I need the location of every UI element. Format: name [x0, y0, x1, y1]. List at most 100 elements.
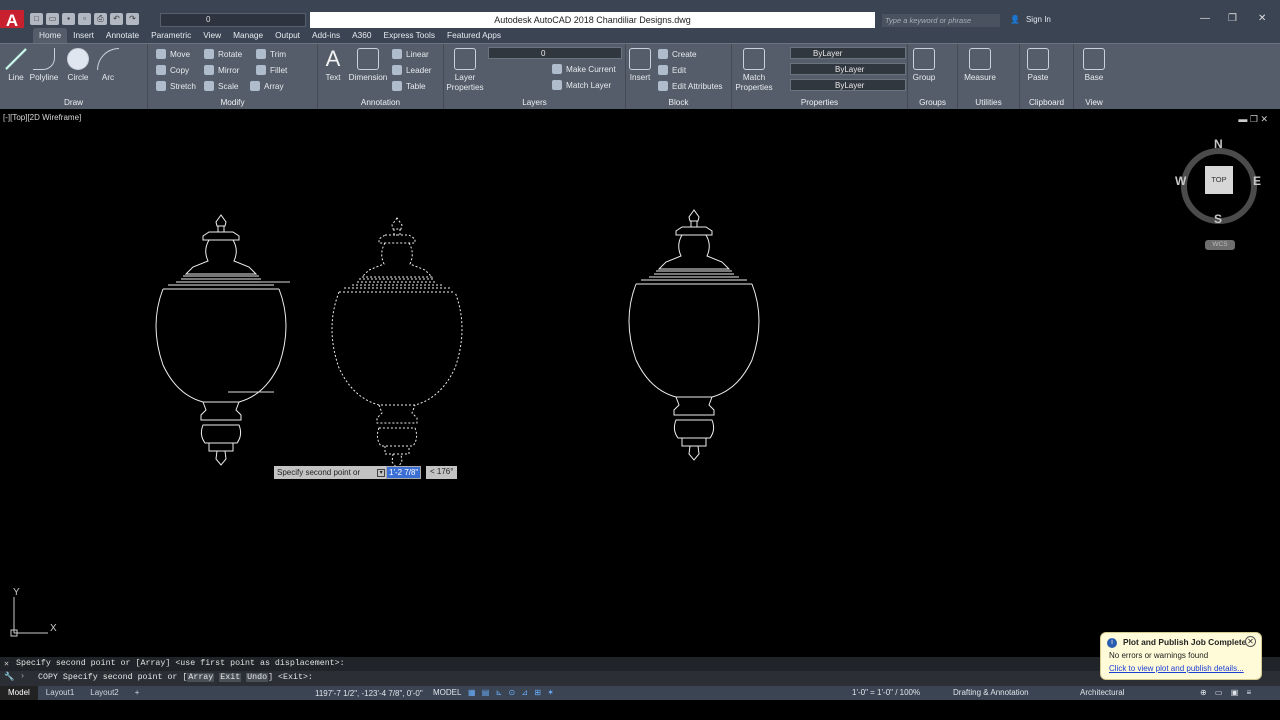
- annotation-scale[interactable]: 1'-0" = 1'-0" / 100%: [852, 688, 920, 697]
- line-button[interactable]: Line: [4, 48, 28, 83]
- tab-home[interactable]: Home: [33, 28, 68, 43]
- copy-button[interactable]: Copy: [156, 65, 189, 75]
- notification-details-link[interactable]: Click to view plot and publish details..…: [1109, 664, 1253, 673]
- drawing-viewport[interactable]: [-][Top][2D Wireframe] ▬ ❐ ✕ Y X TOP N S…: [0, 109, 1280, 657]
- layout-tab-layout2[interactable]: Layout2: [82, 686, 126, 700]
- leader-button[interactable]: Leader: [392, 65, 432, 75]
- measure-button[interactable]: Measure: [962, 48, 998, 83]
- tab-parametric[interactable]: Parametric: [145, 28, 197, 43]
- tab-a360[interactable]: A360: [346, 28, 377, 43]
- annotation-panel-title[interactable]: Annotation: [318, 98, 443, 107]
- customize-icon[interactable]: 🔧: [4, 672, 14, 682]
- polyline-button[interactable]: Polyline: [28, 48, 60, 83]
- rotate-button[interactable]: Rotate: [204, 49, 242, 59]
- layer-properties-button[interactable]: Layer Properties: [446, 48, 484, 93]
- properties-panel-title[interactable]: Properties: [732, 98, 907, 107]
- close-icon[interactable]: ✕: [1258, 13, 1266, 24]
- mirror-button[interactable]: Mirror: [204, 65, 239, 75]
- groups-panel-title[interactable]: Groups: [908, 98, 957, 107]
- wcs-menu[interactable]: WCS: [1205, 240, 1235, 250]
- plot-icon[interactable]: ⎙: [94, 13, 107, 25]
- scale-button[interactable]: Scale: [204, 81, 238, 91]
- dynamic-input-distance[interactable]: 1'-2 7/8": [386, 466, 422, 479]
- dropdown-arrow-icon[interactable]: ▾: [377, 468, 386, 477]
- move-button[interactable]: Move: [156, 49, 190, 59]
- coordinates-readout[interactable]: 1197'-7 1/2", -123'-4 7/8", 0'-0": [315, 689, 423, 698]
- draw-panel-title[interactable]: Draw: [0, 98, 147, 107]
- table-button[interactable]: Table: [392, 81, 426, 91]
- redo-icon[interactable]: ↷: [126, 13, 139, 25]
- block-panel-title[interactable]: Block: [626, 98, 731, 107]
- layout-tab-layout1[interactable]: Layout1: [38, 686, 82, 700]
- tab-add-ins[interactable]: Add-ins: [306, 28, 346, 43]
- trim-button[interactable]: Trim: [256, 49, 286, 59]
- view-panel-title[interactable]: View: [1074, 98, 1114, 107]
- viewcube-top-face[interactable]: TOP: [1205, 166, 1233, 194]
- layers-panel-title[interactable]: Layers: [444, 98, 625, 107]
- compass-south[interactable]: S: [1214, 212, 1222, 226]
- search-input[interactable]: Type a keyword or phrase: [882, 14, 1000, 27]
- model-space-toggle[interactable]: MODEL: [433, 688, 461, 697]
- group-button[interactable]: Group: [912, 48, 936, 83]
- layer-quick-combo[interactable]: 0: [160, 13, 306, 27]
- create-block-button[interactable]: Create: [658, 49, 697, 59]
- close-command-icon[interactable]: ✕: [4, 658, 9, 669]
- tab-view[interactable]: View: [197, 28, 227, 43]
- array-button[interactable]: Array: [250, 81, 284, 91]
- layer-dropdown[interactable]: 0: [488, 47, 622, 59]
- new-icon[interactable]: □: [30, 13, 43, 25]
- tab-insert[interactable]: Insert: [67, 28, 100, 43]
- linear-button[interactable]: Linear: [392, 49, 429, 59]
- edit-attributes-button[interactable]: Edit Attributes: [658, 81, 723, 91]
- tab-output[interactable]: Output: [269, 28, 306, 43]
- command-line[interactable]: 🔧 › COPY Specify second point or [Array …: [0, 671, 1280, 686]
- command-option-exit[interactable]: Exit: [219, 673, 242, 682]
- units-setting[interactable]: Architectural: [1080, 688, 1124, 697]
- tab-featured-apps[interactable]: Featured Apps: [441, 28, 507, 43]
- sign-in-link[interactable]: Sign In: [1026, 15, 1051, 24]
- dynamic-input-angle[interactable]: < 176°: [426, 466, 458, 479]
- undo-icon[interactable]: ↶: [110, 13, 123, 25]
- fillet-button[interactable]: Fillet: [256, 65, 287, 75]
- compass-north[interactable]: N: [1214, 137, 1223, 151]
- paste-button[interactable]: Paste: [1026, 48, 1050, 83]
- tab-express-tools[interactable]: Express Tools: [378, 28, 442, 43]
- modify-panel-title[interactable]: Modify: [148, 98, 317, 107]
- edit-block-button[interactable]: Edit: [658, 65, 686, 75]
- minimize-icon[interactable]: —: [1200, 13, 1210, 24]
- status-tray-icons[interactable]: ⊕ ▭ ▣ ≡: [1200, 688, 1254, 697]
- circle-button[interactable]: Circle: [64, 48, 92, 83]
- compass-east[interactable]: E: [1253, 174, 1261, 188]
- notification-close-icon[interactable]: ✕: [1245, 636, 1256, 647]
- base-button[interactable]: Base: [1082, 48, 1106, 83]
- workspace-switch[interactable]: Drafting & Annotation: [953, 688, 1029, 697]
- make-current-button[interactable]: Make Current: [552, 64, 616, 74]
- viewcube[interactable]: TOP N S E W: [1173, 136, 1265, 232]
- add-layout-icon[interactable]: +: [127, 686, 148, 700]
- insert-button[interactable]: Insert: [628, 48, 652, 83]
- tab-manage[interactable]: Manage: [227, 28, 269, 43]
- color-dropdown[interactable]: ByLayer: [790, 47, 906, 59]
- chandelier-copy-preview[interactable]: [331, 217, 463, 469]
- utilities-panel-title[interactable]: Utilities: [958, 98, 1019, 107]
- dimension-button[interactable]: Dimension: [346, 48, 390, 83]
- maximize-icon[interactable]: ❐: [1228, 13, 1237, 24]
- chandelier-original[interactable]: [155, 214, 287, 466]
- save-as-icon[interactable]: ▫: [78, 13, 91, 25]
- sign-in-area[interactable]: 👤 Sign In: [1010, 15, 1051, 24]
- arc-button[interactable]: Arc: [96, 48, 120, 83]
- lineweight-dropdown[interactable]: ByLayer: [790, 79, 906, 91]
- command-option-undo[interactable]: Undo: [246, 673, 269, 682]
- layout-tab-model[interactable]: Model: [0, 686, 38, 700]
- open-icon[interactable]: ▭: [46, 13, 59, 25]
- command-option-array[interactable]: Array: [187, 673, 215, 682]
- tab-annotate[interactable]: Annotate: [100, 28, 145, 43]
- stretch-button[interactable]: Stretch: [156, 81, 196, 91]
- save-icon[interactable]: ▪: [62, 13, 75, 25]
- chandelier-copy[interactable]: [628, 209, 760, 461]
- text-button[interactable]: A Text: [322, 48, 344, 83]
- match-layer-button[interactable]: Match Layer: [552, 80, 611, 90]
- compass-west[interactable]: W: [1175, 174, 1186, 188]
- match-properties-button[interactable]: Match Properties: [734, 48, 774, 93]
- clipboard-panel-title[interactable]: Clipboard: [1020, 98, 1073, 107]
